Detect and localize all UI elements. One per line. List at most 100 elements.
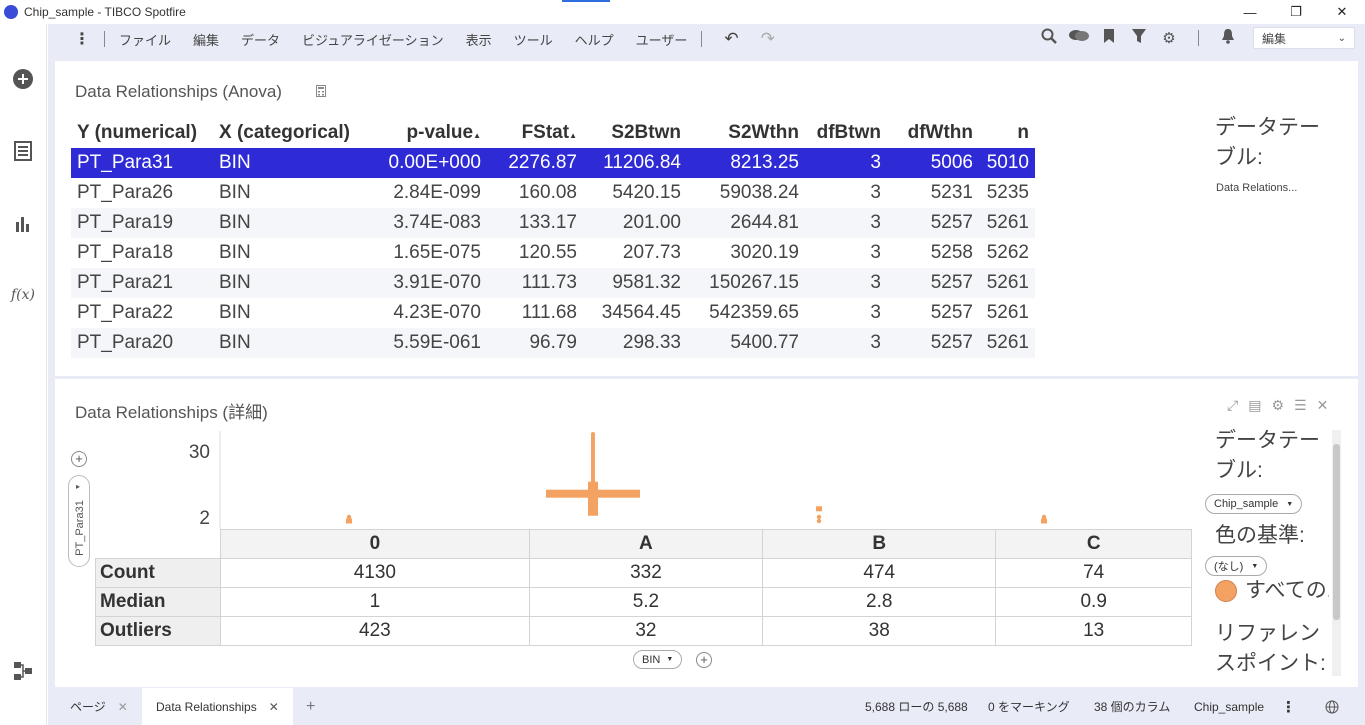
column-header[interactable]: p-value▲ [373,118,487,148]
data-table-value[interactable]: Data Relations... [1216,182,1297,194]
table-row[interactable]: PT_Para19 BIN 3.74E-083 133.17 201.00 2644.81… [71,208,1035,238]
table-row[interactable]: PT_Para20 BIN 5.59E-061 96.79 298.33 5400.77 3… [71,328,1035,358]
outlier-point[interactable] [816,518,822,524]
outlier-point[interactable] [346,518,352,524]
settings-gear-icon[interactable]: ⚙ [1154,29,1184,47]
color-by-dropdown[interactable]: (なし) ▼ [1205,556,1268,576]
collaboration-icon[interactable] [1064,28,1094,48]
table-cell: 2.84E-099 [393,182,481,203]
close-window-button[interactable]: ✕ [1319,0,1365,24]
x-axis-selector[interactable]: BIN ▼ [633,650,683,669]
scrollbar-thumb[interactable] [1333,444,1340,620]
stat-cell: 0.9 [995,587,1192,617]
table-cell: BIN [219,182,251,203]
close-tab-icon[interactable]: ✕ [118,700,128,714]
menu-view[interactable]: 表示 [466,30,492,49]
search-icon[interactable] [1034,28,1064,48]
legend-scrollbar[interactable] [1332,430,1341,676]
table-cell: BIN [213,268,373,298]
column-header[interactable]: FStat▲ [487,118,583,148]
add-x-axis-icon[interactable]: + [696,652,712,668]
table-cell: 207.73 [622,242,681,263]
table-cell: 3 [870,182,881,203]
column-header[interactable]: Y (numerical) [71,118,213,148]
notification-bell-icon[interactable] [1213,28,1243,48]
box-group-B[interactable] [816,506,822,524]
spotfire-logo-icon [4,5,18,19]
outlier-point[interactable] [1041,514,1047,520]
more-vertical-icon[interactable]: ⋮ [1281,688,1296,725]
filter-icon[interactable] [1124,28,1154,48]
column-header[interactable]: n [979,118,1035,148]
table-row[interactable]: PT_Para26 BIN 2.84E-099 160.08 5420.15 59038.… [71,178,1035,208]
detail-panel: Data Relationships (詳細) ⤢ ▤ ⚙ ☰ ✕ + ▸ PT… [55,379,1358,687]
table-row[interactable]: PT_Para31 BIN 0.00E+000 2276.87 11206.84 8213… [71,148,1035,178]
stat-cell: 474 [762,558,997,588]
legend-table-dropdown[interactable]: Chip_sample ▼ [1205,494,1303,514]
column-header[interactable]: dfBtwn [805,118,887,148]
minimize-button[interactable]: — [1227,0,1273,24]
category-header: C [995,529,1192,559]
legend-list-icon[interactable]: ☰ [1294,397,1307,414]
tab-data-relationships[interactable]: Data Relationships ✕ [142,688,293,725]
active-indicator [562,0,610,2]
menu-file[interactable]: ファイル [119,30,171,49]
divider [1198,30,1199,46]
legend-table-value: Chip_sample [1214,498,1279,510]
globe-icon[interactable] [1325,688,1339,725]
y-tick-label: 2 [199,508,210,529]
data-table-icon[interactable] [12,140,34,162]
add-page-button[interactable]: + [292,688,329,725]
menu-tools[interactable]: ツール [514,30,553,49]
menu-help[interactable]: ヘルプ [575,30,614,49]
outlier-point[interactable] [591,481,595,486]
export-icon[interactable]: ▤ [1248,397,1261,414]
column-header[interactable]: S2Btwn [583,118,687,148]
visualization-icon[interactable] [12,212,34,234]
undo-icon[interactable]: ↶ [724,29,738,49]
table-cell: 201.00 [583,208,687,238]
function-icon[interactable]: f(x) [11,284,35,306]
table-row[interactable]: PT_Para21 BIN 3.91E-070 111.73 9581.32 150267… [71,268,1035,298]
stat-cell: 332 [528,558,764,588]
bookmark-icon[interactable] [1094,28,1124,48]
tab-page[interactable]: ページ ✕ [56,688,142,725]
box-group-A[interactable] [546,432,640,516]
restore-button[interactable]: ❐ [1273,0,1319,24]
y-axis-selector[interactable]: ▸ PT_Para31 [68,475,90,567]
properties-gear-icon[interactable]: ⚙ [1271,397,1284,414]
legend-color-swatch[interactable] [1215,580,1237,602]
add-axis-icon[interactable]: + [71,451,87,467]
outlier-point[interactable] [346,514,352,520]
box[interactable] [816,506,822,512]
menu-data[interactable]: データ [241,30,280,49]
box-plot-chart[interactable]: 30 2 [95,429,1195,529]
column-header[interactable]: S2Wthn [687,118,805,148]
table-cell: PT_Para31 [71,148,213,178]
add-icon[interactable] [12,68,34,90]
table-row[interactable]: PT_Para22 BIN 4.23E-070 111.68 34564.45 54235… [71,298,1035,328]
tab-label: Data Relationships [156,699,257,714]
close-tab-icon[interactable]: ✕ [269,700,279,714]
box-group-C[interactable] [1041,514,1047,524]
menu-visualization[interactable]: ビジュアライゼーション [302,30,444,49]
hierarchy-icon[interactable] [12,660,34,682]
menu-user[interactable]: ユーザー [636,30,688,49]
table-row[interactable]: PT_Para18 BIN 1.65E-075 120.55 207.73 3020.19… [71,238,1035,268]
column-header[interactable]: dfWthn [887,118,979,148]
maximize-icon[interactable]: ⤢ [1227,397,1238,414]
table-info[interactable]: Chip_sample [1194,688,1264,725]
column-header[interactable]: X (categorical) [213,118,373,148]
stat-row-label: Median [95,587,221,617]
anova-panel: Data Relationships (Anova) Y (numerical)… [55,61,1358,376]
mode-dropdown[interactable]: 編集 ⌄ [1253,27,1355,49]
menu-edit[interactable]: 編集 [193,30,219,49]
outlier-point[interactable] [1041,518,1047,524]
box-group-0[interactable] [346,514,352,524]
outlier-point[interactable] [816,514,822,520]
table-header-row: Y (numerical) X (categorical) p-value▲ F… [71,118,1035,148]
redo-icon[interactable]: ↷ [761,29,775,49]
calculator-icon[interactable] [316,85,326,97]
close-panel-icon[interactable]: ✕ [1317,397,1329,414]
more-vertical-icon[interactable]: ⋮ [74,29,90,49]
